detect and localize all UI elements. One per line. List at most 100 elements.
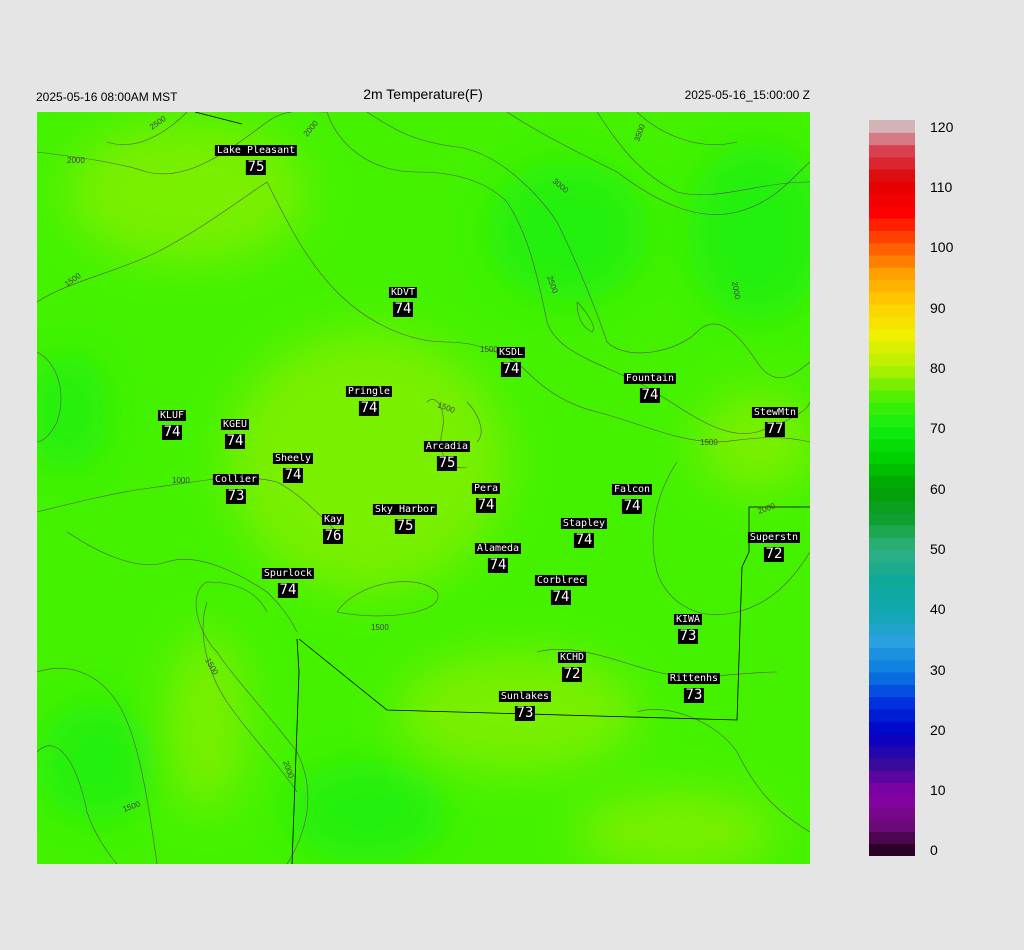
station-temperature: 74 — [501, 361, 521, 377]
colorbar-tick: 80 — [930, 360, 946, 376]
colorbar-swatch — [869, 389, 915, 403]
station-temperature: 75 — [246, 159, 266, 175]
colorbar-tick: 10 — [930, 782, 946, 798]
colorbar-swatch — [869, 402, 915, 415]
station-marker[interactable]: Stapley 74 — [560, 513, 608, 548]
station-temperature: 74 — [225, 433, 245, 449]
station-temperature: 74 — [488, 557, 508, 573]
colorbar-swatch — [869, 438, 915, 452]
station-name: KCHD — [557, 652, 587, 663]
colorbar-swatch — [869, 573, 915, 587]
colorbar-swatch — [869, 512, 915, 526]
station-marker[interactable]: Arcadia 75 — [423, 436, 471, 471]
station-marker[interactable]: KGEU 74 — [220, 414, 250, 449]
station-name: Kay — [321, 514, 345, 525]
station-marker[interactable]: Alameda 74 — [474, 538, 522, 573]
station-marker[interactable]: Collier 73 — [212, 469, 260, 504]
colorbar-swatch — [869, 672, 915, 685]
colorbar-swatch — [869, 635, 915, 649]
station-marker[interactable]: Spurlock 74 — [261, 563, 315, 598]
colorbar-swatch — [869, 782, 915, 796]
colorbar-tick: 50 — [930, 541, 946, 557]
station-name: Pringle — [345, 386, 393, 397]
station-temperature: 74 — [622, 498, 642, 514]
colorbar-swatch — [869, 230, 915, 244]
station-name: Sunlakes — [498, 691, 552, 702]
station-marker[interactable]: KSDL 74 — [496, 342, 526, 377]
colorbar-swatch — [869, 120, 915, 133]
station-temperature: 73 — [226, 488, 246, 504]
station-name: Lake Pleasant — [214, 145, 298, 156]
colorbar-swatch — [869, 733, 915, 747]
colorbar-swatch — [869, 365, 915, 379]
colorbar-swatch — [869, 500, 915, 514]
colorbar-swatch — [869, 426, 915, 440]
station-name: KDVT — [388, 287, 418, 298]
map-field: 2500 2000 3500 3000 2000 2500 2000 1500 … — [37, 112, 810, 864]
colorbar-swatch — [869, 193, 915, 207]
colorbar-tick: 60 — [930, 481, 946, 497]
station-temperature: 74 — [359, 400, 379, 416]
station-name: Fountain — [623, 373, 677, 384]
colorbar-swatch — [869, 181, 915, 195]
station-marker[interactable]: StewMtn 77 — [751, 402, 799, 437]
station-name: Collier — [212, 474, 260, 485]
station-marker[interactable]: Rittenhs 73 — [667, 668, 721, 703]
station-marker[interactable]: Superstn 72 — [747, 527, 801, 562]
station-marker[interactable]: KCHD 72 — [557, 647, 587, 682]
colorbar-swatch — [869, 831, 915, 845]
colorbar-swatch — [869, 770, 915, 783]
valid-time-utc: 2025-05-16_15:00:00 Z — [684, 88, 810, 102]
colorbar-swatch — [869, 340, 915, 354]
contour-label: 1500 — [480, 345, 498, 354]
colorbar-swatch — [869, 794, 915, 808]
colorbar-tick: 120 — [930, 119, 954, 135]
station-marker[interactable]: Kay 76 — [321, 509, 345, 544]
station-temperature: 72 — [562, 666, 582, 682]
colorbar-swatch — [869, 451, 915, 465]
colorbar-swatch — [869, 218, 915, 231]
colorbar-swatch — [869, 537, 915, 550]
temperature-map[interactable]: 2500 2000 3500 3000 2000 2500 2000 1500 … — [37, 112, 810, 864]
colorbar-swatch — [869, 757, 915, 771]
station-temperature: 73 — [678, 628, 698, 644]
station-temperature: 75 — [437, 455, 457, 471]
station-marker[interactable]: Sunlakes 73 — [498, 686, 552, 721]
station-name: Falcon — [611, 484, 653, 495]
contour-label: 1000 — [172, 476, 190, 485]
colorbar-swatch — [869, 132, 915, 146]
station-marker[interactable]: Sky Harbor 75 — [372, 499, 438, 534]
station-marker[interactable]: Corblrec 74 — [534, 570, 588, 605]
colorbar-swatch — [869, 242, 915, 256]
station-marker[interactable]: Lake Pleasant 75 — [214, 140, 298, 175]
station-marker[interactable]: KDVT 74 — [388, 282, 418, 317]
colorbar-swatch — [869, 353, 915, 366]
station-temperature: 74 — [639, 387, 660, 403]
station-temperature: 75 — [395, 518, 415, 534]
station-marker[interactable]: Fountain 74 — [623, 368, 677, 403]
contour-label: 2000 — [67, 156, 85, 165]
station-name: Superstn — [747, 532, 801, 543]
colorbar-swatch — [869, 843, 915, 856]
colorbar-swatch — [869, 524, 915, 538]
station-temperature: 73 — [683, 687, 704, 703]
station-temperature: 74 — [283, 467, 303, 483]
station-name: Corblrec — [534, 575, 588, 586]
colorbar-swatch — [869, 806, 915, 820]
station-temperature: 77 — [765, 421, 785, 437]
colorbar-swatch — [869, 598, 915, 612]
station-temperature: 74 — [393, 301, 413, 317]
colorbar-tick: 100 — [930, 239, 954, 255]
station-temperature: 74 — [162, 424, 182, 440]
station-marker[interactable]: KIWA 73 — [673, 609, 703, 644]
colorbar-tick: 0 — [930, 842, 938, 858]
station-name: Pera — [471, 483, 501, 494]
station-marker[interactable]: Pringle 74 — [345, 381, 393, 416]
colorbar-swatch — [869, 647, 915, 661]
station-marker[interactable]: KLUF 74 — [157, 405, 187, 440]
station-marker[interactable]: Sheely 74 — [272, 448, 314, 483]
station-marker[interactable]: Pera 74 — [471, 478, 501, 513]
colorbar-swatch — [869, 328, 915, 342]
station-marker[interactable]: Falcon 74 — [611, 479, 653, 514]
colorbar-swatch — [869, 254, 915, 268]
